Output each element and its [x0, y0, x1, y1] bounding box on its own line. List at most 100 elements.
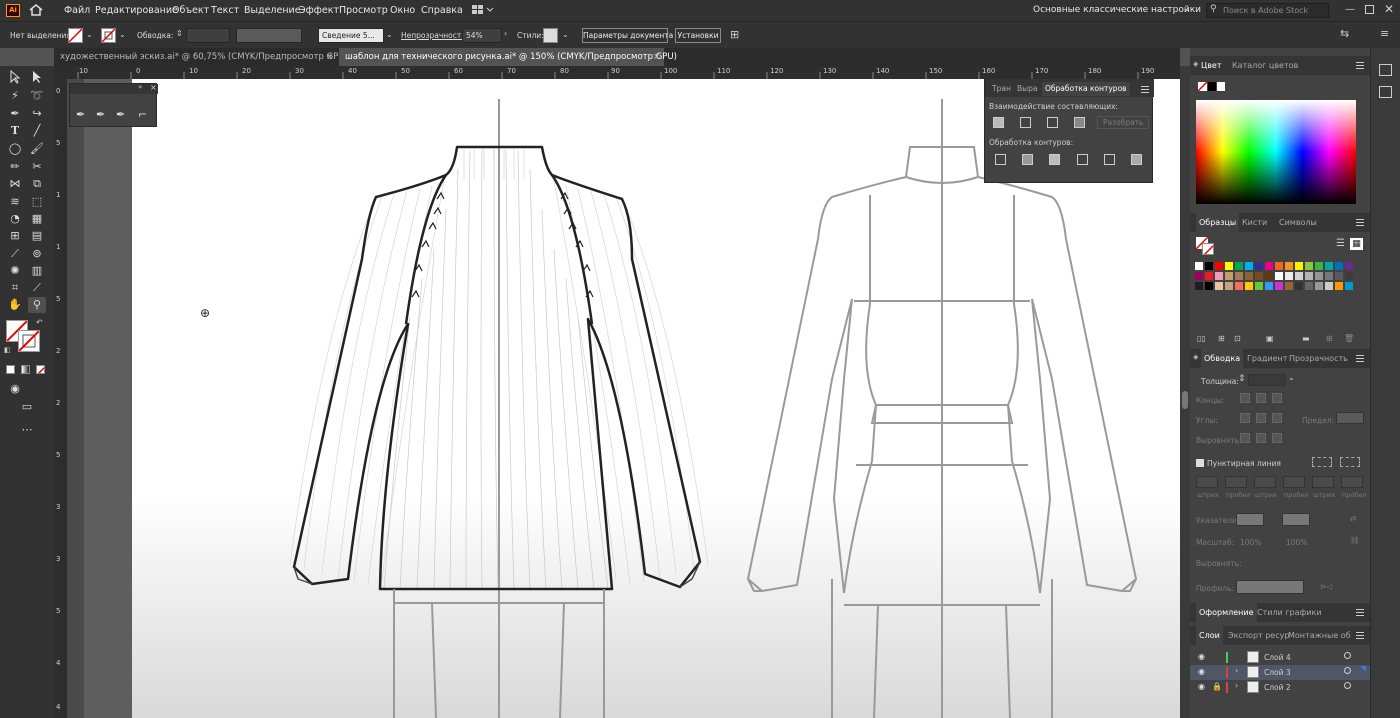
dashed-line-checkbox[interactable]	[1196, 459, 1204, 467]
menu-object[interactable]: Объект	[172, 0, 209, 21]
panel-menu-icon[interactable]	[1356, 62, 1364, 69]
color-swatch[interactable]	[1335, 282, 1343, 290]
color-swatch[interactable]	[1195, 262, 1203, 270]
color-swatch[interactable]	[1205, 282, 1213, 290]
layer-name[interactable]: Слой 2	[1264, 683, 1291, 692]
tab-brushes[interactable]: Кисти	[1242, 213, 1267, 232]
pen-tool-icon[interactable]: ✒	[76, 108, 85, 121]
color-swatch[interactable]	[1225, 282, 1233, 290]
color-swatch[interactable]	[1275, 282, 1283, 290]
pen-tool-icon[interactable]: ✒	[6, 106, 24, 122]
tab-gradient[interactable]: Градиент	[1247, 349, 1287, 368]
minus-front-icon[interactable]	[1020, 117, 1031, 128]
menu-text[interactable]: Текст	[211, 0, 239, 21]
crop-icon[interactable]	[1077, 154, 1088, 165]
more-tools-icon[interactable]: ⋯	[18, 422, 36, 438]
dash-field[interactable]	[1254, 476, 1276, 488]
color-swatch[interactable]	[1235, 262, 1243, 270]
fill-stroke-widget[interactable]: ↶ ◧	[4, 318, 44, 354]
color-swatch[interactable]	[1325, 282, 1333, 290]
tab-color-guide[interactable]: Каталог цветов	[1232, 56, 1298, 75]
panel-menu-icon[interactable]	[1356, 355, 1364, 362]
collapse-icon[interactable]: »	[138, 83, 142, 91]
color-swatch[interactable]	[1315, 282, 1323, 290]
default-colors-icon[interactable]: ◧	[4, 346, 11, 354]
eye-icon[interactable]: ◉	[1198, 682, 1205, 691]
mesh-tool-icon[interactable]: ⊞	[6, 228, 24, 244]
tab-appearance[interactable]: Оформление	[1196, 603, 1257, 622]
hand-tool-icon[interactable]: ✋	[6, 297, 24, 313]
close-icon[interactable]: ×	[150, 83, 157, 92]
outline-icon[interactable]	[1104, 154, 1115, 165]
color-swatch[interactable]	[1295, 282, 1303, 290]
minimize-button[interactable]: —	[1345, 4, 1355, 15]
target-icon[interactable]	[1344, 682, 1351, 689]
reflect-tool-icon[interactable]: ⋈	[6, 176, 24, 192]
slice-tool-icon[interactable]: ⟋	[28, 280, 46, 296]
anchor-point-tool-icon[interactable]: ⌐	[138, 108, 147, 121]
color-swatch[interactable]	[1305, 272, 1313, 280]
dash-field[interactable]	[1312, 476, 1334, 488]
color-swatch[interactable]	[1215, 272, 1223, 280]
color-swatch[interactable]	[1195, 282, 1203, 290]
workspace-switcher[interactable]: Основные классические настройки	[1033, 0, 1201, 21]
divide-icon[interactable]	[995, 154, 1006, 165]
menu-select[interactable]: Выделение	[244, 0, 301, 21]
eyedropper-tool-icon[interactable]: ⟋	[6, 246, 24, 262]
chevron-down-icon[interactable]: ⌄	[1288, 373, 1295, 382]
swap-icon[interactable]: ↶	[36, 318, 43, 327]
color-swatch[interactable]	[1295, 262, 1303, 270]
chevron-down-icon[interactable]: ⌄	[386, 30, 393, 39]
color-swatch[interactable]	[1215, 282, 1223, 290]
color-swatch[interactable]	[1345, 272, 1353, 280]
expand-button[interactable]: Разобрать	[1097, 116, 1150, 129]
white-swatch[interactable]	[1217, 82, 1225, 91]
close-icon[interactable]: ×	[653, 48, 660, 66]
color-swatch[interactable]	[1275, 272, 1283, 280]
color-swatch[interactable]	[1225, 262, 1233, 270]
color-swatch[interactable]	[1235, 282, 1243, 290]
layer-row[interactable]: ◉ Слой 4	[1190, 650, 1370, 665]
line-tool-icon[interactable]: ╱	[28, 123, 46, 139]
align-center-icon[interactable]	[1240, 433, 1250, 443]
new-folder-icon[interactable]: ▬	[1302, 334, 1310, 343]
color-spectrum[interactable]	[1196, 100, 1356, 204]
new-swatch-icon[interactable]: ⊞	[1326, 334, 1333, 343]
merge-icon[interactable]	[1049, 154, 1060, 165]
collapse-icon[interactable]: ◈	[1193, 60, 1198, 68]
perspective-grid-tool-icon[interactable]: ▦	[28, 211, 46, 227]
new-color-group-icon[interactable]: ▣	[1266, 334, 1274, 343]
blend-tool-icon[interactable]: ⊚	[28, 246, 46, 262]
graph-tool-icon[interactable]: ▥	[28, 263, 46, 279]
tab-symbols[interactable]: Символы	[1279, 213, 1317, 232]
link-icon[interactable]: ⛓	[1350, 536, 1360, 545]
gradient-button[interactable]	[21, 365, 30, 374]
color-swatch[interactable]	[1285, 282, 1293, 290]
color-swatch[interactable]	[1315, 272, 1323, 280]
color-swatch[interactable]	[1285, 262, 1293, 270]
color-swatch[interactable]	[1345, 262, 1353, 270]
layer-row-selected[interactable]: ◉ › Слой 3	[1190, 665, 1370, 680]
vertical-scrollbar[interactable]	[1180, 66, 1190, 718]
tab-asset-export[interactable]: Экспорт ресур	[1228, 626, 1289, 645]
stepper-icon[interactable]: ⇕	[176, 29, 183, 38]
color-swatch[interactable]	[1245, 282, 1253, 290]
color-button[interactable]	[6, 365, 15, 374]
tab-transparency[interactable]: Прозрачность	[1289, 349, 1348, 368]
canvas[interactable]: ⊕ » × ✒ ✒ ✒ ⌐ » × Тран Выра Обработка ко…	[67, 79, 1180, 718]
search-field[interactable]: ⚲ Поиск в Adobe Stock	[1206, 3, 1329, 18]
color-swatch[interactable]	[1335, 272, 1343, 280]
libraries-icon[interactable]	[1379, 64, 1392, 76]
color-swatch[interactable]	[1275, 262, 1283, 270]
brush-definition[interactable]: Сведение 5...	[318, 28, 384, 43]
gradient-tool-icon[interactable]: ▤	[28, 228, 46, 244]
dash-field[interactable]	[1196, 476, 1218, 488]
panel-menu-icon[interactable]	[1356, 632, 1364, 639]
tab-template[interactable]: шаблон для технического рисунка.ai* @ 15…	[339, 48, 677, 66]
menu-help[interactable]: Справка	[421, 0, 463, 21]
tab-pathfinder[interactable]: Обработка контуров	[1042, 82, 1130, 96]
eye-icon[interactable]: ◉	[1198, 667, 1205, 676]
gap-field[interactable]	[1283, 476, 1305, 488]
color-swatch[interactable]	[1265, 282, 1273, 290]
opacity-field[interactable]: 54%	[462, 28, 502, 43]
